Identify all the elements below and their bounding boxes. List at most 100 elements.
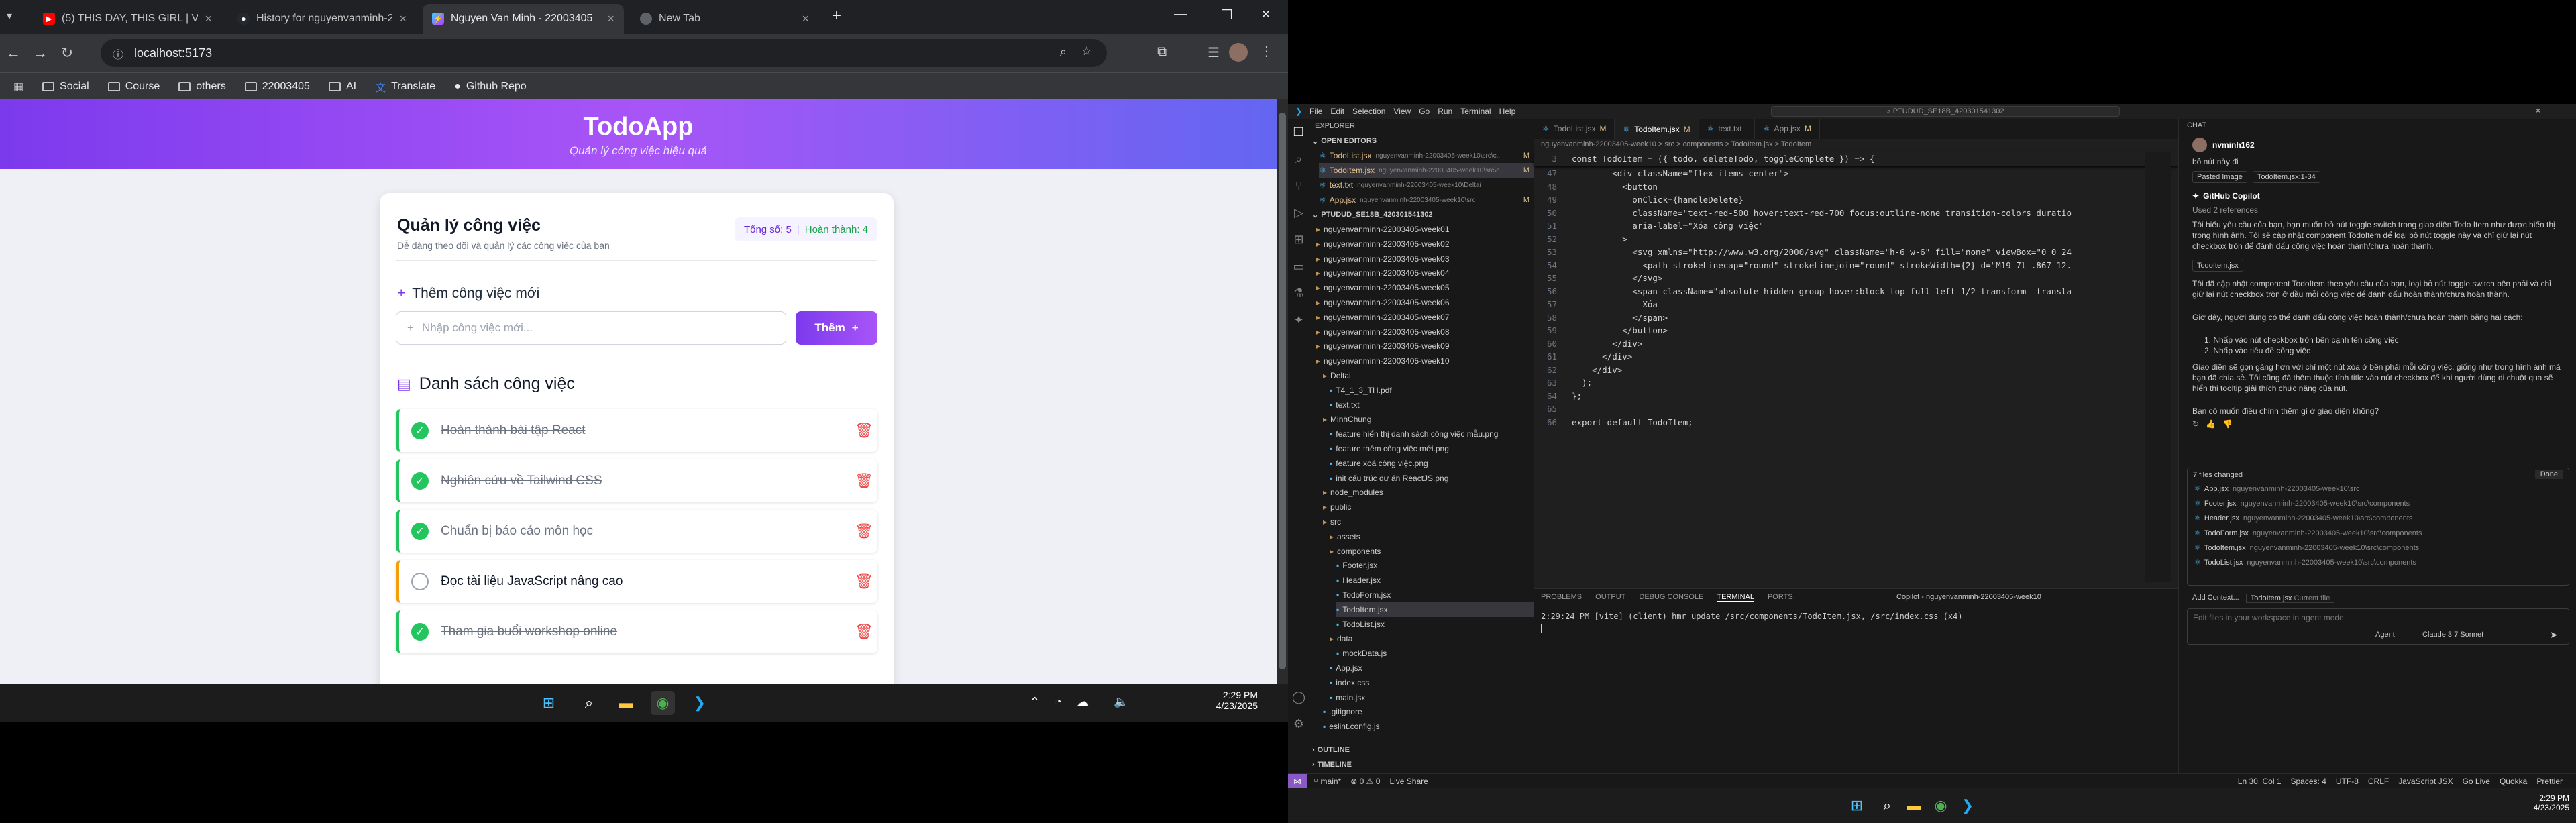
tree-file[interactable]: ▪ text.txt	[1330, 398, 1534, 413]
vscode-icon[interactable]: ❯	[1955, 793, 1980, 818]
outline-header[interactable]: › OUTLINE	[1312, 743, 1527, 757]
add-context-button[interactable]: Add Context...	[2192, 594, 2239, 603]
new-todo-input[interactable]: + Nhập công việc mới...	[396, 311, 786, 345]
thumbs-up-icon[interactable]: 👍	[2206, 419, 2216, 429]
terminal-output[interactable]: 2:29:24 PM [vite] (client) hmr update /s…	[1541, 612, 1963, 621]
panel-tab[interactable]: TERMINAL	[1717, 593, 1754, 602]
copilot-icon[interactable]: ✦	[1291, 312, 1307, 328]
tree-file[interactable]: ▪ Header.jsx	[1336, 573, 1534, 588]
site-info-icon[interactable]: ⓘ	[113, 46, 123, 62]
tree-file[interactable]: ▪ Footer.jsx	[1336, 558, 1534, 573]
checked-circle-icon[interactable]: ✓	[411, 623, 429, 641]
code-line[interactable]: 62 </div>	[1534, 364, 2178, 377]
open-editor-item[interactable]: ⚛ App.jsx nguyenvanminh-22003405-week10\sr…	[1319, 193, 1534, 207]
trash-icon[interactable]: 🗑	[851, 623, 877, 641]
changed-file[interactable]: ⚛ TodoItem.jsx nguyenvanminh-22003405-week…	[2194, 543, 2419, 552]
code-line[interactable]: 61 </div>	[1534, 350, 2178, 364]
command-center[interactable]: ⌕ PTUDUD_SE18B_420301541302	[1771, 106, 2120, 117]
browser-tab-1[interactable]: ● History for nguyenvanminh-22 ×	[228, 4, 416, 34]
todo-item[interactable]: ✓ Tham gia buổi workshop online 🗑	[396, 610, 877, 653]
editor-tab[interactable]: ⚛ App.jsx M	[1755, 119, 1820, 139]
weather-icon[interactable]: ☁	[1077, 695, 1089, 709]
open-editor-item[interactable]: ⚛ TodoItem.jsx nguyenvanminh-22003405-week…	[1319, 163, 1534, 178]
code-line[interactable]: 56 <span className="absolute hidden grou…	[1534, 285, 2178, 298]
refs-toggle[interactable]: Used 2 references	[2192, 205, 2561, 215]
tree-folder[interactable]: ▸ nguyenvanminh-22003405-week09	[1316, 339, 1531, 353]
browser-tab-0[interactable]: ▶ (5) THIS DAY, THIS GIRL | Vl ×	[34, 4, 221, 34]
changed-file[interactable]: ⚛ Header.jsx nguyenvanminh-22003405-week10…	[2194, 514, 2412, 523]
changed-file[interactable]: ⚛ TodoList.jsx nguyenvanminh-22003405-week…	[2194, 558, 2416, 567]
media-icon[interactable]: ☰	[1208, 44, 1220, 61]
panel-tab[interactable]: PROBLEMS	[1541, 593, 1582, 602]
menu-item[interactable]: Terminal	[1460, 107, 1491, 116]
trash-icon[interactable]: 🗑	[851, 422, 877, 439]
close-tab-icon[interactable]: ×	[205, 12, 212, 26]
todo-item[interactable]: Đọc tài liệu JavaScript nâng cao 🗑	[396, 560, 877, 603]
todo-text[interactable]: Tham gia buổi workshop online	[441, 624, 851, 639]
url-input[interactable]: ⓘ localhost:5173 ⌕ ☆	[101, 39, 1107, 67]
explorer-icon[interactable]: ❐	[1291, 124, 1307, 140]
tree-file[interactable]: ▪ T4_1_3_TH.pdf	[1330, 383, 1534, 398]
tree-file[interactable]: ▪ .gitignore	[1323, 704, 1534, 719]
prettier-button[interactable]: Prettier	[2536, 777, 2563, 786]
attachment-chip[interactable]: Pasted Image	[2192, 171, 2247, 183]
reload-icon[interactable]: ↻	[54, 44, 80, 62]
chat-input[interactable]: Edit files in your workspace in agent mo…	[2187, 608, 2569, 645]
eol[interactable]: CRLF	[2368, 777, 2389, 786]
todo-text[interactable]: Đọc tài liệu JavaScript nâng cao	[441, 574, 851, 589]
code-line[interactable]: 48 <button	[1534, 180, 2178, 194]
volume-icon[interactable]: 🔈	[1114, 695, 1128, 709]
trash-icon[interactable]: 🗑	[851, 472, 877, 490]
close-tab-icon[interactable]: ×	[607, 12, 614, 26]
maximize-icon[interactable]: ❐	[1221, 7, 1233, 23]
bookmark-course[interactable]: Course	[107, 80, 160, 93]
chrome-icon[interactable]: ◉	[651, 691, 675, 715]
branch-indicator[interactable]: ⑂ main*	[1313, 777, 1341, 786]
menu-item[interactable]: Selection	[1352, 107, 1385, 116]
tree-folder[interactable]: ▸ public	[1323, 500, 1534, 514]
settings-gear-icon[interactable]: ⚙	[1291, 716, 1307, 732]
browser-tab-2[interactable]: ⚡ Nguyen Van Minh - 22003405 ×	[423, 4, 624, 34]
tree-folder[interactable]: ▸ node_modules	[1323, 485, 1534, 500]
code-line[interactable]: 50 className="text-red-500 hover:text-re…	[1534, 207, 2178, 220]
code-line[interactable]: 49 onClick={handleDelete}	[1534, 193, 2178, 207]
tree-file[interactable]: ▪ eslint.config.js	[1323, 719, 1534, 734]
checked-circle-icon[interactable]: ✓	[411, 472, 429, 490]
tab-search-icon[interactable]: ▾	[7, 9, 12, 23]
menu-item[interactable]: Edit	[1330, 107, 1344, 116]
search-icon[interactable]: ⌕	[1291, 151, 1307, 167]
code-line[interactable]: 51 aria-label="Xóa công việc"	[1534, 219, 2178, 233]
scrollbar-thumb[interactable]	[1279, 113, 1286, 669]
tray-chevron-icon[interactable]: ⌃	[1030, 695, 1040, 709]
current-file-chip[interactable]: TodoItem.jsx Current file	[2245, 594, 2335, 603]
cursor-position[interactable]: Ln 30, Col 1	[2238, 777, 2282, 786]
tree-folder[interactable]: ▸ nguyenvanminh-22003405-week02	[1316, 237, 1531, 252]
code-line[interactable]: 47 <div className="flex items-center">	[1534, 167, 2178, 180]
todo-item[interactable]: ✓ Hoàn thành bài tập React 🗑	[396, 409, 877, 452]
vscode-icon[interactable]: ❯	[688, 691, 712, 715]
todo-text[interactable]: Hoàn thành bài tập React	[441, 423, 851, 438]
menu-item[interactable]: Run	[1438, 107, 1452, 116]
windows-start-icon[interactable]: ⊞	[1845, 793, 1869, 818]
tree-file[interactable]: ▪ feature thêm công việc mới.png	[1330, 441, 1534, 456]
panel-tab[interactable]: OUTPUT	[1595, 593, 1625, 602]
file-chip[interactable]: TodoItem.jsx	[2192, 260, 2243, 272]
model-select[interactable]: Claude 3.7 Sonnet	[2422, 630, 2483, 639]
browser-tab-3[interactable]: New Tab ×	[631, 4, 818, 34]
account-icon[interactable]: ◯	[1291, 689, 1307, 705]
code-line[interactable]: 52 >	[1534, 233, 2178, 246]
minimize-icon[interactable]: —	[1174, 7, 1187, 22]
windows-start-icon[interactable]: ⊞	[537, 691, 561, 715]
panel-tab[interactable]: PORTS	[1768, 593, 1793, 602]
go-live-button[interactable]: Go Live	[2463, 777, 2490, 786]
todo-item[interactable]: ✓ Chuẩn bị báo cáo môn học 🗑	[396, 510, 877, 553]
tree-folder[interactable]: ▸ nguyenvanminh-22003405-week05	[1316, 280, 1531, 295]
menu-item[interactable]: Go	[1419, 107, 1430, 116]
minimap[interactable]	[2145, 152, 2171, 582]
close-tab-icon[interactable]: ×	[802, 12, 809, 26]
chrome-icon[interactable]: ◉	[1929, 793, 1953, 818]
close-tab-icon[interactable]: ×	[399, 12, 407, 26]
code-line[interactable]: 59 </button>	[1534, 324, 2178, 337]
retry-icon[interactable]: ↻	[2192, 419, 2199, 429]
menu-item[interactable]: File	[1309, 107, 1322, 116]
